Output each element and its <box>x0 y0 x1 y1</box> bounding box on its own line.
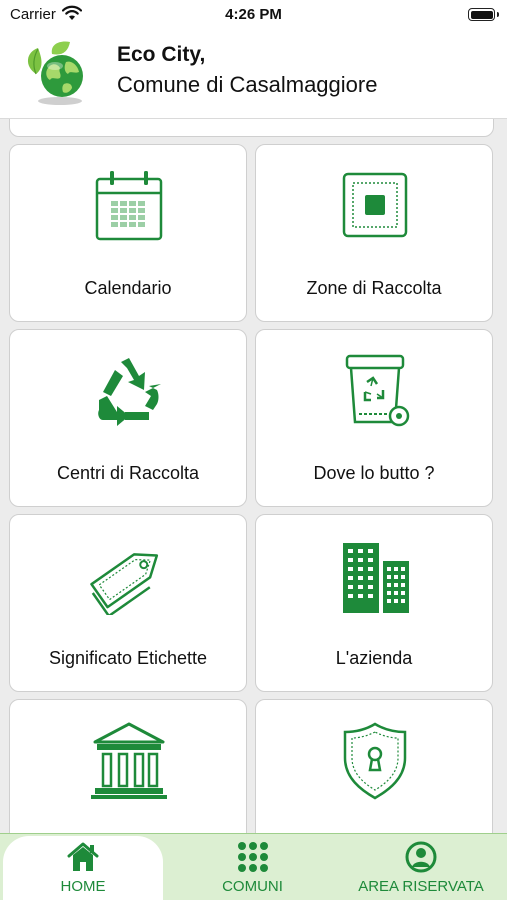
tile-privacy[interactable] <box>255 699 493 835</box>
zone-map-icon <box>342 172 408 238</box>
bottom-tab-bar: HOME COMUNI AREA RISERVATA <box>0 833 507 900</box>
tab-area-riservata[interactable]: AREA RISERVATA <box>338 834 504 900</box>
tab-label: HOME <box>60 878 106 895</box>
tile-label: L'azienda <box>335 648 413 668</box>
app-header: Eco City, Comune di Casalmaggiore <box>0 30 507 119</box>
tab-label: AREA RISERVATA <box>358 878 484 895</box>
eco-globe-logo-icon <box>27 41 83 105</box>
app-title: Eco City, <box>117 43 206 66</box>
user-circle-icon <box>405 841 437 873</box>
shield-lock-icon <box>343 722 407 800</box>
grid-dots-icon <box>237 842 268 872</box>
tile-label: Calendario <box>84 278 172 298</box>
battery-icon <box>468 8 499 21</box>
partial-card-above <box>9 119 494 137</box>
tab-comuni[interactable]: COMUNI <box>170 834 335 900</box>
tile-centri-di-raccolta[interactable]: Centri di Raccolta <box>9 329 247 507</box>
tile-label: Significato Etichette <box>48 648 208 668</box>
tile-calendario[interactable]: Calendario <box>9 144 247 322</box>
recycle-icon <box>98 358 161 426</box>
tile-label: Zone di Raccolta <box>306 278 442 298</box>
tile-azienda[interactable]: L'azienda <box>255 514 493 692</box>
tile-label: Centri di Raccolta <box>56 463 200 483</box>
home-icon <box>67 842 99 871</box>
status-bar: Carrier 4:26 PM <box>0 0 507 30</box>
tag-icon <box>90 553 159 615</box>
recycle-bin-icon <box>345 354 410 427</box>
tab-home[interactable]: HOME <box>3 834 163 900</box>
institution-icon <box>91 722 167 799</box>
municipality-name: Comune di Casalmaggiore <box>117 72 378 97</box>
building-icon <box>343 543 409 613</box>
tab-label: COMUNI <box>222 878 283 895</box>
tile-istituzione[interactable] <box>9 699 247 835</box>
calendar-icon <box>95 171 163 241</box>
tile-zone-di-raccolta[interactable]: Zone di Raccolta <box>255 144 493 322</box>
tile-label: Dove lo butto ? <box>313 463 435 483</box>
tile-dove-lo-butto[interactable]: Dove lo butto ? <box>255 329 493 507</box>
status-time: 4:26 PM <box>225 6 282 23</box>
tile-significato-etichette[interactable]: Significato Etichette <box>9 514 247 692</box>
menu-grid: Calendario Zone di Raccolta Centri di Ra… <box>0 119 507 835</box>
